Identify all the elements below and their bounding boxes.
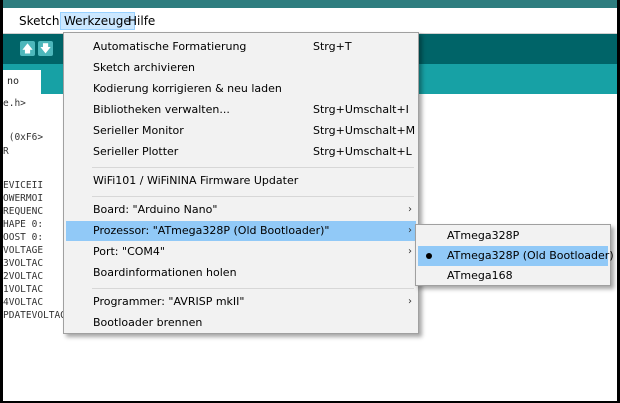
code-line: 2VOLTAC — [3, 271, 44, 282]
code-line: e.h> — [3, 98, 26, 109]
processor-option-atmega328p-old-bootloader[interactable]: ATmega328P (Old Bootloader) — [418, 246, 614, 266]
menu-item-firmware-updater[interactable]: WiFi101 / WiFiNINA Firmware Updater — [66, 171, 416, 191]
upload-arrow-icon: 🡅 — [21, 42, 34, 55]
menu-item-board-info[interactable]: Boardinformationen holen — [66, 263, 416, 283]
code-line: HAPE 0: — [3, 219, 44, 230]
menu-sketch[interactable]: Sketch — [16, 12, 62, 30]
code-line: OOST 0: — [3, 232, 44, 243]
submenu-arrow-icon: › — [408, 246, 412, 257]
prozessor-submenu: ATmega328P ATmega328P (Old Bootloader) A… — [415, 224, 614, 286]
menu-item-manage-libraries[interactable]: Bibliotheken verwalten... Strg+Umschalt+… — [66, 100, 416, 120]
code-line: REQUENC — [3, 206, 44, 217]
menu-bar: Sketch Werkzeuge Hilfe — [3, 8, 617, 34]
menu-item-fix-encoding[interactable]: Kodierung korrigieren & neu laden — [66, 79, 416, 99]
menu-item-label: Board: "Arduino Nano" — [93, 203, 218, 216]
processor-option-atmega168[interactable]: ATmega168 — [418, 266, 608, 286]
code-line: OWERMOI — [3, 193, 44, 204]
menu-item-shortcut: Strg+Umschalt+M — [313, 124, 416, 137]
tab-sketch[interactable]: no — [3, 70, 41, 94]
menu-item-label: Bibliotheken verwalten... — [93, 103, 230, 116]
code-line: 1VOLTAC — [3, 284, 44, 295]
menu-item-serial-plotter[interactable]: Serieller Plotter Strg+Umschalt+L — [66, 142, 416, 162]
menu-werkzeuge[interactable]: Werkzeuge — [60, 12, 135, 30]
selected-radio-icon — [426, 253, 432, 259]
menu-item-label: Boardinformationen holen — [93, 266, 237, 279]
menu-item-label: Serieller Plotter — [93, 145, 179, 158]
upload-button[interactable]: 🡅 — [20, 41, 35, 56]
menu-item-serial-monitor[interactable]: Serieller Monitor Strg+Umschalt+M — [66, 121, 416, 141]
code-line: 3VOLTAC — [3, 258, 44, 269]
submenu-item-label: ATmega328P — [447, 229, 520, 242]
submenu-item-label: ATmega328P (Old Bootloader) — [447, 249, 614, 262]
menu-item-label: Prozessor: "ATmega328P (Old Bootloader)" — [93, 224, 330, 237]
submenu-arrow-icon: › — [408, 225, 412, 236]
code-line: R — [3, 146, 9, 157]
menu-item-archive-sketch[interactable]: Sketch archivieren — [66, 58, 416, 78]
code-line: EVICEII — [3, 180, 44, 191]
menu-separator — [92, 167, 414, 168]
menu-item-shortcut: Strg+Umschalt+L — [313, 145, 412, 158]
menu-item-port[interactable]: Port: "COM4" › — [66, 242, 416, 262]
menu-separator — [92, 196, 414, 197]
menu-item-label: Port: "COM4" — [93, 245, 165, 258]
menu-item-programmer[interactable]: Programmer: "AVRISP mkII" › — [66, 292, 416, 312]
menu-item-label: Serieller Monitor — [93, 124, 184, 137]
download-arrow-icon: 🡇 — [39, 42, 52, 55]
menu-item-label: WiFi101 / WiFiNINA Firmware Updater — [93, 174, 299, 187]
menu-item-label: Programmer: "AVRISP mkII" — [93, 295, 245, 308]
submenu-item-label: ATmega168 — [447, 269, 513, 282]
menu-item-shortcut: Strg+Umschalt+I — [313, 103, 409, 116]
menu-item-label: Sketch archivieren — [93, 61, 196, 74]
menu-separator — [92, 288, 414, 289]
werkzeuge-dropdown-menu: Automatische Formatierung Strg+T Sketch … — [63, 32, 419, 334]
menu-hilfe[interactable]: Hilfe — [125, 12, 158, 30]
processor-option-atmega328p[interactable]: ATmega328P — [418, 226, 608, 246]
download-button[interactable]: 🡇 — [38, 41, 53, 56]
menu-item-shortcut: Strg+T — [313, 40, 352, 53]
submenu-arrow-icon: › — [408, 204, 412, 215]
code-line: (0xF6> — [3, 132, 44, 143]
menu-item-processor[interactable]: Prozessor: "ATmega328P (Old Bootloader)"… — [66, 221, 416, 241]
menu-item-auto-format[interactable]: Automatische Formatierung Strg+T — [66, 37, 416, 57]
submenu-arrow-icon: › — [408, 296, 412, 307]
title-bar — [3, 0, 617, 8]
menu-item-label: Bootloader brennen — [93, 316, 203, 329]
menu-item-burn-bootloader[interactable]: Bootloader brennen — [66, 313, 416, 333]
code-line: VOLTAGE — [3, 245, 44, 256]
menu-item-label: Automatische Formatierung — [93, 40, 247, 53]
code-line: 4VOLTAC — [3, 297, 44, 308]
menu-item-label: Kodierung korrigieren & neu laden — [93, 82, 282, 95]
menu-item-board[interactable]: Board: "Arduino Nano" › — [66, 200, 416, 220]
